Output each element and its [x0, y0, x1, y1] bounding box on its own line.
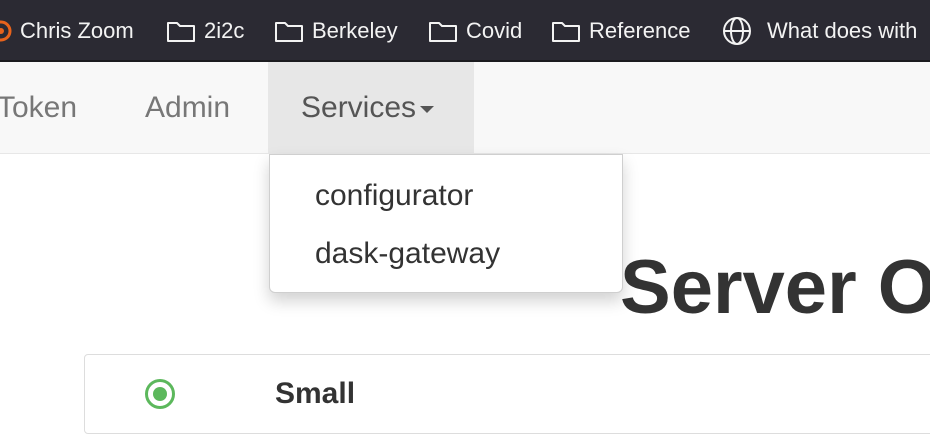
caret-down-icon — [420, 106, 435, 113]
bookmark-2i2c[interactable]: 2i2c — [166, 0, 245, 60]
services-dropdown-menu: configurator dask-gateway — [269, 154, 623, 293]
folder-icon — [551, 19, 581, 43]
nav-token[interactable]: Token — [0, 62, 97, 153]
bookmark-label: Covid — [466, 18, 523, 43]
bookmark-reference[interactable]: Reference — [551, 0, 691, 60]
bookmark-label: What does with — [767, 18, 918, 43]
profile-name: Small — [275, 377, 356, 410]
bookmark-chris-zoom[interactable]: Chris Zoom — [0, 0, 134, 60]
zoom-icon — [0, 20, 12, 42]
bookmark-label: Reference — [589, 18, 691, 43]
folder-icon — [166, 19, 196, 43]
bookmark-label: Chris Zoom — [20, 18, 134, 43]
bookmark-what-does-with[interactable]: What does with — [721, 0, 918, 60]
nav-admin-label: Admin — [145, 90, 231, 124]
profile-option-panel — [84, 354, 930, 434]
dropdown-item-configurator[interactable]: configurator — [270, 169, 622, 223]
folder-icon — [274, 19, 304, 43]
bookmark-label: Berkeley — [312, 18, 398, 43]
dropdown-item-dask-gateway[interactable]: dask-gateway — [270, 227, 622, 281]
navbar: Token Admin Services — [0, 62, 930, 154]
nav-token-label: Token — [0, 90, 78, 124]
nav-admin[interactable]: Admin — [145, 62, 230, 153]
bookmark-berkeley[interactable]: Berkeley — [274, 0, 398, 60]
bookmark-covid[interactable]: Covid — [428, 0, 523, 60]
globe-icon — [721, 15, 753, 47]
bookmark-label: 2i2c — [204, 18, 245, 43]
bookmarks-bar: Chris Zoom 2i2c Berkeley Covid Reference… — [0, 0, 930, 62]
nav-services-label: Services — [301, 90, 417, 124]
page-title: Server O — [620, 245, 930, 330]
nav-services[interactable]: Services — [268, 62, 474, 153]
profile-radio-button[interactable] — [145, 379, 175, 409]
radio-selected-dot — [153, 387, 167, 401]
folder-icon — [428, 19, 458, 43]
